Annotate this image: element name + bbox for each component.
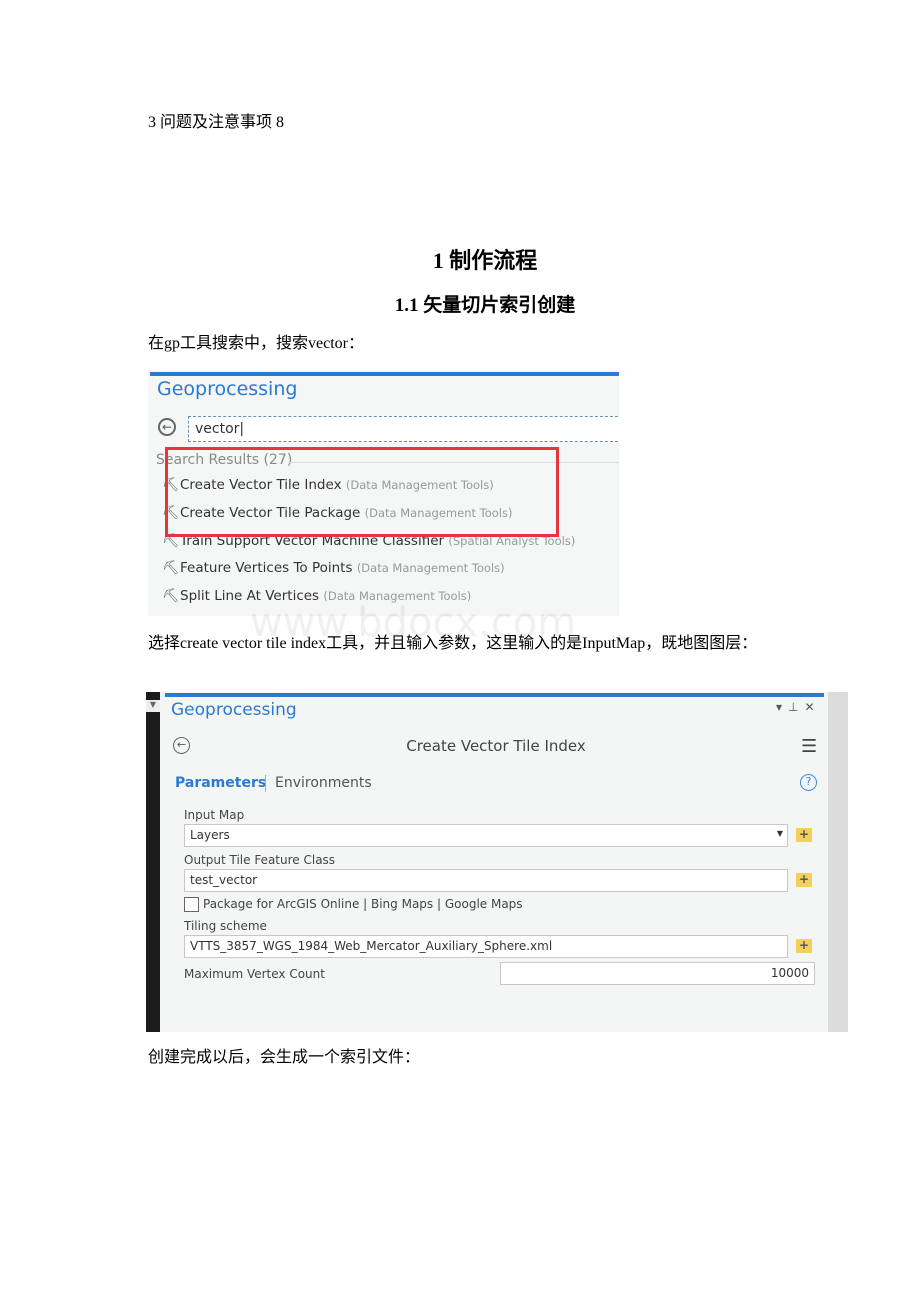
hammer-icon: ⛏ — [162, 588, 180, 604]
max-vertex-input[interactable]: 10000 — [500, 962, 815, 985]
tiling-label: Tiling scheme — [184, 919, 267, 933]
screenshot-search: Geoprocessing ← vector| Search Results (… — [148, 370, 619, 616]
toc-line: 3 问题及注意事项 8 — [148, 114, 285, 131]
help-icon[interactable]: ? — [800, 774, 817, 791]
back-icon[interactable]: ← — [158, 418, 176, 436]
output-label: Output Tile Feature Class — [184, 853, 336, 867]
heading-2: 1.1 矢量切片索引创建 — [394, 295, 576, 316]
accent-bar — [165, 693, 824, 697]
dropdown-icon: ▼ — [146, 700, 160, 712]
folder-icon[interactable]: + — [796, 939, 812, 953]
package-checkbox[interactable] — [184, 897, 199, 912]
back-icon[interactable]: ← — [173, 737, 190, 754]
tool-title: Create Vector Tile Index — [406, 737, 586, 755]
heading-1: 1 制作流程 — [432, 248, 538, 273]
folder-icon[interactable]: + — [796, 828, 812, 842]
folder-icon[interactable]: + — [796, 873, 812, 887]
input-map-select[interactable]: Layers ▼ — [184, 824, 788, 847]
accent-bar — [150, 372, 619, 376]
scrollbar[interactable] — [828, 692, 848, 1032]
tab-divider — [265, 775, 266, 792]
package-label: Package for ArcGIS Online | Bing Maps | … — [203, 897, 523, 911]
map-strip — [146, 692, 160, 1032]
tab-parameters[interactable]: Parameters — [175, 775, 266, 791]
panel-title: Geoprocessing — [171, 700, 297, 720]
tiling-input[interactable]: VTTS_3857_WGS_1984_Web_Mercator_Auxiliar… — [184, 935, 788, 958]
paragraph-2: 选择create vector tile index工具，并且输入参数，这里输入… — [148, 635, 758, 652]
input-map-label: Input Map — [184, 808, 245, 822]
paragraph-1: 在gp工具搜索中，搜索vector： — [148, 335, 364, 352]
hammer-icon: ⛏ — [162, 560, 180, 576]
result-item[interactable]: ⛏Feature Vertices To Points (Data Manage… — [162, 560, 505, 576]
window-controls[interactable]: ▾⊥✕ — [776, 700, 821, 714]
paragraph-3: 创建完成以后，会生成一个索引文件： — [148, 1049, 421, 1066]
highlight-box — [165, 447, 559, 537]
search-input[interactable]: vector| — [188, 416, 619, 442]
output-input[interactable]: test_vector — [184, 869, 788, 892]
panel-title: Geoprocessing — [157, 378, 298, 400]
screenshot-tool: ▼ Geoprocessing ▾⊥✕ ← Create Vector Tile… — [146, 692, 848, 1032]
max-vertex-label: Maximum Vertex Count — [184, 967, 325, 981]
tab-environments[interactable]: Environments — [275, 775, 372, 791]
menu-icon[interactable]: ☰ — [801, 736, 817, 757]
